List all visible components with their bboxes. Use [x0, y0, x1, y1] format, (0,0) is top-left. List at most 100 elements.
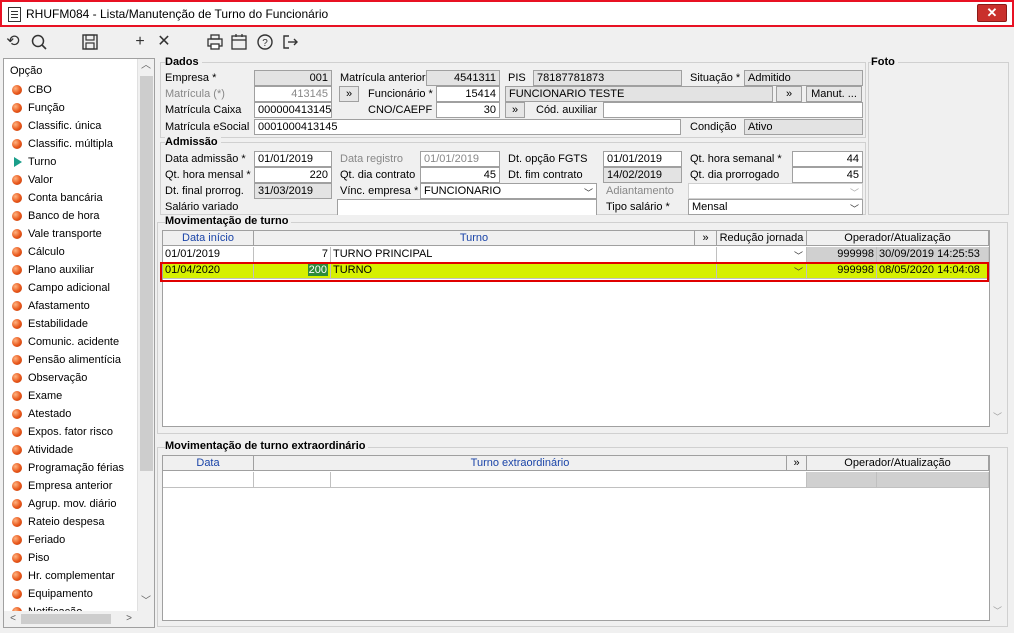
bullet-icon	[12, 553, 22, 563]
bullet-icon	[12, 589, 22, 599]
scroll-up-icon[interactable]: ︿	[139, 59, 153, 73]
qt-hora-mensal-field[interactable]: 220	[254, 167, 332, 183]
cell-turno-cod[interactable]	[254, 472, 331, 488]
search-icon[interactable]	[28, 31, 50, 53]
sidebar-item[interactable]: Plano auxiliar	[12, 261, 132, 279]
sidebar-item[interactable]: Piso	[12, 549, 132, 567]
help-icon[interactable]: ?	[254, 31, 276, 53]
col-turno-chevron[interactable]: »	[695, 231, 717, 246]
matricula-anterior-field[interactable]: 4541311	[426, 70, 500, 86]
qt-dia-prorrogado-field[interactable]: 45	[792, 167, 863, 183]
sidebar-item[interactable]: Comunic. acidente	[12, 333, 132, 351]
print-icon[interactable]	[204, 31, 226, 53]
col-operador-atualizacao[interactable]: Operador/Atualização	[807, 456, 989, 471]
sidebar-item-label: Expos. fator risco	[28, 426, 113, 438]
col-turno[interactable]: Turno	[254, 231, 695, 246]
save-icon[interactable]	[79, 31, 101, 53]
col-turno-extra-chevron[interactable]: »	[787, 456, 807, 471]
calendar-icon[interactable]	[228, 31, 250, 53]
vinc-empresa-select[interactable]: FUNCIONARIO ﹀	[420, 183, 597, 199]
sidebar-item[interactable]: Equipamento	[12, 585, 132, 603]
sidebar-item[interactable]: Campo adicional	[12, 279, 132, 297]
delete-icon[interactable]: ✕	[153, 31, 175, 53]
sidebar-item[interactable]: Conta bancária	[12, 189, 132, 207]
sidebar-item[interactable]: Notificação	[12, 603, 132, 611]
cell-turno-cod[interactable]: 7	[254, 247, 331, 263]
qt-hora-semanal-field[interactable]: 44	[792, 151, 863, 167]
funcionario-detail-button[interactable]: »	[776, 86, 802, 102]
scroll-right-icon[interactable]: >	[122, 612, 136, 626]
mov-extra-vscrollbar[interactable]: ﹀	[991, 455, 1004, 621]
cell-data[interactable]	[163, 472, 254, 488]
sidebar-item[interactable]: Classific. múltipla	[12, 135, 132, 153]
sidebar-item[interactable]: Atestado	[12, 405, 132, 423]
chevron-down-icon: ﹀	[793, 251, 803, 261]
sidebar-item[interactable]: Agrup. mov. diário	[12, 495, 132, 513]
empresa-field[interactable]: 001	[254, 70, 332, 86]
mov-turno-vscrollbar[interactable]: ﹀	[991, 230, 1004, 427]
sidebar-item[interactable]: Feriado	[12, 531, 132, 549]
col-data[interactable]: Data	[163, 456, 254, 471]
cell-reducao-select[interactable]: ﹀	[717, 247, 807, 263]
data-admissao-field[interactable]: 01/01/2019	[254, 151, 332, 167]
sidebar-item[interactable]: Função	[12, 99, 132, 117]
cod-auxiliar-field[interactable]	[603, 102, 863, 118]
undo-icon[interactable]: ⟲	[2, 31, 24, 53]
scroll-thumb[interactable]	[140, 76, 153, 471]
col-data-inicio[interactable]: Data início	[163, 231, 254, 246]
data-registro-label: Data registro	[340, 153, 403, 165]
sidebar-item[interactable]: Vale transporte	[12, 225, 132, 243]
dt-opcao-fgts-field[interactable]: 01/01/2019	[603, 151, 682, 167]
exit-icon[interactable]	[279, 31, 301, 53]
cod-auxiliar-lookup-button[interactable]: »	[505, 102, 525, 118]
adiantamento-select[interactable]: ﹀	[688, 183, 863, 199]
cell-data[interactable]: 01/01/2019	[163, 247, 254, 263]
sidebar-item[interactable]: Hr. complementar	[12, 567, 132, 585]
sidebar-item[interactable]: Estabilidade	[12, 315, 132, 333]
close-button[interactable]: ✕	[977, 4, 1007, 22]
matricula-label: Matrícula (*)	[165, 88, 225, 100]
sidebar-item[interactable]: Programação férias	[12, 459, 132, 477]
matricula-caixa-field[interactable]: 000000413145	[254, 102, 332, 118]
col-reducao-jornada[interactable]: Redução jornada	[717, 231, 807, 246]
manut-button[interactable]: Manut. ...	[806, 86, 862, 102]
sidebar-item[interactable]: CBO	[12, 81, 132, 99]
situacao-field: Admitido	[744, 70, 863, 86]
pis-field[interactable]: 78187781873	[533, 70, 682, 86]
data-registro-field[interactable]: 01/01/2019	[420, 151, 500, 167]
sidebar-item[interactable]: Classific. única	[12, 117, 132, 135]
sidebar-item[interactable]: Cálculo	[12, 243, 132, 261]
sidebar-item[interactable]: Pensão alimentícia	[12, 351, 132, 369]
data-admissao-label: Data admissão *	[165, 153, 246, 165]
matricula-esocial-field[interactable]: 0001000413145	[254, 119, 681, 135]
option-list-hscrollbar[interactable]: < >	[4, 611, 154, 627]
sidebar-item[interactable]: Rateio despesa	[12, 513, 132, 531]
col-turno-extra[interactable]: Turno extraordinário	[254, 456, 787, 471]
matricula-field[interactable]: 413145	[254, 86, 332, 102]
scroll-down-icon[interactable]: ﹀	[991, 604, 1004, 617]
sidebar-item[interactable]: Atividade	[12, 441, 132, 459]
bullet-icon	[12, 535, 22, 545]
sidebar-item[interactable]: Valor	[12, 171, 132, 189]
hscroll-thumb[interactable]	[21, 614, 111, 624]
col-operador-atualizacao[interactable]: Operador/Atualização	[807, 231, 989, 246]
salario-variado-field[interactable]	[337, 199, 597, 215]
option-list-vscrollbar[interactable]: ︿ ﹀	[137, 59, 154, 611]
sidebar-item[interactable]: Exame	[12, 387, 132, 405]
funcionario-lookup-button[interactable]: »	[339, 86, 359, 102]
add-icon[interactable]: +	[129, 31, 151, 53]
scroll-left-icon[interactable]: <	[6, 612, 20, 626]
tipo-salario-select[interactable]: Mensal ﹀	[688, 199, 863, 215]
sidebar-item[interactable]: Expos. fator risco	[12, 423, 132, 441]
scroll-down-icon[interactable]: ﹀	[139, 595, 153, 609]
funcionario-id-field[interactable]: 15414	[436, 86, 500, 102]
sidebar-item[interactable]: Empresa anterior	[12, 477, 132, 495]
sidebar-item[interactable]: Afastamento	[12, 297, 132, 315]
sidebar-item[interactable]: Turno	[12, 153, 132, 171]
sidebar-item[interactable]: Observação	[12, 369, 132, 387]
qt-dia-contrato-field[interactable]: 45	[420, 167, 500, 183]
salario-variado-label: Salário variado	[165, 201, 239, 213]
scroll-down-icon[interactable]: ﹀	[991, 410, 1004, 423]
cno-field[interactable]: 30	[436, 102, 500, 118]
sidebar-item[interactable]: Banco de hora	[12, 207, 132, 225]
